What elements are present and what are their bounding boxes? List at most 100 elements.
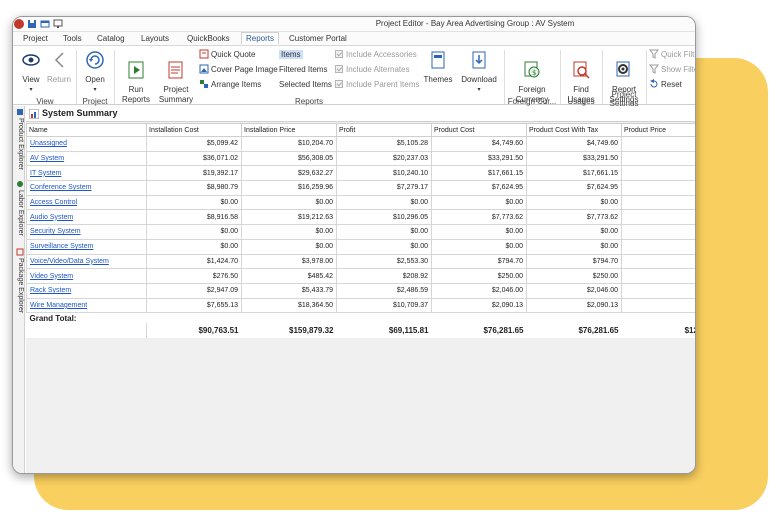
table-cell: $8,916.58 xyxy=(146,209,242,226)
table-cell: $1,424.70 xyxy=(146,253,242,270)
themes-button[interactable]: Themes xyxy=(421,50,455,85)
table-cell: $0.00 xyxy=(526,194,622,211)
system-name-link[interactable]: Conference System xyxy=(26,180,147,196)
show-filter-button[interactable]: Show Filte xyxy=(649,64,695,76)
include-alternates-checkbox[interactable]: Include Alternates xyxy=(335,64,410,76)
explorer-side-tabs: Product Explorer Labor Explorer Package … xyxy=(13,106,25,473)
quote-icon xyxy=(199,49,209,59)
system-name-link[interactable]: Surveillance System xyxy=(26,238,147,255)
system-name-link[interactable]: Rack System xyxy=(26,282,147,299)
column-header[interactable]: Product Cost With Tax xyxy=(526,123,622,137)
grand-total-label-row: Grand Total: xyxy=(27,313,696,323)
tab-tools[interactable]: Tools xyxy=(59,33,86,45)
grand-total-value: $76,281.65 xyxy=(483,325,524,335)
column-header[interactable]: Product Price xyxy=(621,123,695,137)
system-name-link[interactable]: AV System xyxy=(26,150,147,167)
system-name-link[interactable]: IT System xyxy=(26,165,147,182)
table-cell: $19,212.63 xyxy=(241,209,337,226)
system-name-link[interactable]: Voice/Video/Data System xyxy=(26,253,147,270)
grand-total-row: $90,763.51 $159,879.32 $69,115.81 $76,281.6… xyxy=(26,322,695,338)
currency-icon: $ xyxy=(524,61,540,78)
find-usages-icon xyxy=(573,61,590,79)
settings-gear-icon xyxy=(616,61,630,77)
column-header[interactable]: Product Cost xyxy=(431,123,527,137)
tab-quickbooks[interactable]: QuickBooks xyxy=(183,33,234,45)
tab-customer-portal[interactable]: Customer Portal xyxy=(285,33,351,45)
download-button[interactable]: Download ▾ xyxy=(457,50,501,95)
items-option[interactable]: Items xyxy=(279,49,303,61)
table-cell: $20,237.03 xyxy=(336,150,432,167)
view-button[interactable]: View ▾ xyxy=(17,50,45,95)
arrange-items-button[interactable]: Arrange Items xyxy=(199,79,261,91)
labor-explorer-tab[interactable]: Labor Explorer xyxy=(14,180,24,236)
system-name-link[interactable]: Video System xyxy=(26,268,147,284)
cover-page-image-button[interactable]: Cover Page Image xyxy=(199,64,278,76)
system-name-link[interactable]: Wire Management xyxy=(26,297,147,314)
system-name-link[interactable]: Security System xyxy=(26,224,147,240)
tab-layouts[interactable]: Layouts xyxy=(137,33,173,45)
grand-total-value: $69,115.81 xyxy=(388,325,429,335)
return-label: Return xyxy=(46,75,71,84)
table-cell: $0.00 xyxy=(431,224,527,240)
include-parent-items-checkbox[interactable]: Include Parent Items xyxy=(335,79,419,91)
table-cell: $0.00 xyxy=(146,238,242,255)
table-cell: $208.92 xyxy=(336,268,432,284)
column-header[interactable]: Installation Cost xyxy=(146,123,242,137)
table-cell: $2,553.30 xyxy=(336,253,432,270)
include-accessories-checkbox[interactable]: Include Accessories xyxy=(335,49,417,61)
return-button[interactable]: Return xyxy=(45,50,73,85)
system-name-link[interactable]: Audio System xyxy=(26,209,147,226)
table-cell: $0.00 xyxy=(526,238,622,255)
column-header[interactable]: Profit xyxy=(336,123,432,137)
system-name-link[interactable]: Access Control xyxy=(26,194,147,211)
table-cell: $19,392.17 xyxy=(146,165,242,182)
run-report-icon xyxy=(128,61,144,79)
open-label: Open xyxy=(85,75,105,84)
product-icon xyxy=(17,109,23,115)
view-label: View xyxy=(22,75,40,84)
table-cell: $3,9 xyxy=(621,297,695,314)
table-cell: $2,090.13 xyxy=(431,297,527,314)
summary-table: Name Installation Cost Installation Pric… xyxy=(26,123,696,338)
quick-quote-button[interactable]: Quick Quote xyxy=(199,49,255,61)
table-cell: $9,2 xyxy=(621,136,695,152)
reset-label: Reset xyxy=(661,80,682,89)
table-cell: $10,296.05 xyxy=(336,209,432,226)
product-explorer-tab[interactable]: Product Explorer xyxy=(14,108,24,170)
quick-filter-button[interactable]: Quick Filt xyxy=(649,49,694,61)
table-cell: $0.00 xyxy=(336,238,432,255)
arrange-items-label: Arrange Items xyxy=(211,80,262,89)
table-cell: $0.00 xyxy=(431,238,527,255)
system-name-link[interactable]: Unassigned xyxy=(26,136,147,152)
grand-total-value: $121,91 xyxy=(684,325,695,335)
open-refresh-icon xyxy=(86,51,104,69)
filtered-items-option[interactable]: Filtered Items xyxy=(279,64,327,76)
open-button[interactable]: Open ▾ xyxy=(79,50,111,95)
table-cell: $7,279.17 xyxy=(336,180,432,196)
table-cell: $0.00 xyxy=(241,238,337,255)
tab-catalog[interactable]: Catalog xyxy=(93,33,129,45)
package-explorer-tab[interactable]: Package Explorer xyxy=(14,248,24,313)
ribbon-separator xyxy=(646,50,647,104)
table-cell: $49,4 xyxy=(621,150,695,167)
ribbon-separator xyxy=(504,50,505,104)
table-cell xyxy=(621,224,695,240)
table-header-row: Name Installation Cost Installation Pric… xyxy=(26,123,695,137)
reports-group-label: Reports xyxy=(294,97,323,106)
labor-explorer-label: Labor Explorer xyxy=(17,190,24,236)
foreign-currency-group-label: Foreign Cur... xyxy=(507,97,557,106)
download-label: Download xyxy=(461,75,497,84)
table-cell: $10,709.37 xyxy=(336,297,432,314)
selected-items-option[interactable]: Selected Items xyxy=(279,79,332,91)
filtered-items-label: Filtered Items xyxy=(279,65,328,74)
column-header[interactable]: Installation Price xyxy=(241,123,337,137)
table-row: Rack System $2,947.09 $5,433.79 $2,486.59 $2… xyxy=(26,282,695,299)
table-cell: $33,291.50 xyxy=(431,150,527,167)
tab-project[interactable]: Project xyxy=(19,33,52,45)
table-cell: $0.00 xyxy=(241,194,337,211)
tab-reports[interactable]: Reports xyxy=(241,32,280,44)
reset-button[interactable]: Reset xyxy=(649,79,682,91)
column-header[interactable]: Name xyxy=(26,123,147,137)
table-row: AV System $36,071.02 $56,308.05 $20,237.03 $… xyxy=(26,150,695,167)
table-cell: $25,1 xyxy=(621,165,695,182)
